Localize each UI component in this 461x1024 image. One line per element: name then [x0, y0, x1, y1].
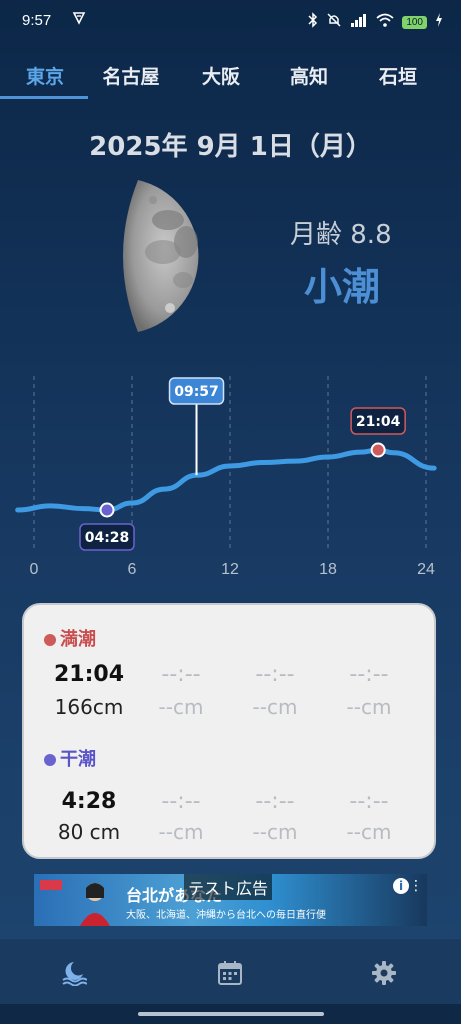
- location-tabs: 東京 名古屋 大阪 高知 石垣: [0, 56, 461, 100]
- low-tide-dot: [44, 754, 56, 766]
- low-tide-height-1: 80 cm: [57, 820, 121, 844]
- calendar-icon: [218, 961, 242, 985]
- tab-tokyo[interactable]: 東京: [2, 62, 88, 89]
- home-indicator[interactable]: [138, 1012, 324, 1016]
- high-tide-height-4: --cm: [346, 695, 392, 719]
- bluetooth-icon: [308, 12, 318, 32]
- status-bar: 9:57 100: [0, 0, 461, 44]
- high-tide-height-1: 166cm: [54, 695, 124, 719]
- low-tide-time-3: --:--: [255, 789, 295, 814]
- tide-table-card: 満潮 21:04 166cm --:-- --cm --:-- --cm --:…: [22, 603, 436, 859]
- low-tide-time-2: --:--: [161, 789, 201, 814]
- status-time: 9:57: [22, 12, 52, 29]
- high-tide-height-3: --cm: [252, 695, 298, 719]
- ad-banner[interactable]: 台北があなた 大阪、北海道、沖縄から台北への毎日直行便 テスト広告 i ⋮: [34, 874, 427, 926]
- tab-kochi[interactable]: 高知: [266, 62, 352, 89]
- high-tide-time-label: 21:04: [356, 414, 401, 430]
- low-tide-label: 干潮: [44, 745, 96, 771]
- bottom-navigation: [0, 938, 461, 1005]
- gear-icon: [372, 961, 396, 985]
- x-tick-label: 0: [30, 561, 39, 578]
- ad-image: [40, 880, 110, 926]
- nav-tide-button[interactable]: [54, 953, 94, 993]
- ad-more-icon[interactable]: ⋮: [409, 878, 423, 894]
- moon-age: 月齢 8.8: [290, 220, 392, 250]
- high-tide-dot: [44, 634, 56, 646]
- page-title-date: 2025年 9月 1日（月）: [89, 132, 372, 162]
- low-tide-time-1: 4:28: [61, 789, 117, 814]
- high-tide-point: [370, 442, 386, 458]
- high-tide-height-2: --cm: [158, 695, 204, 719]
- x-tick-label: 24: [417, 561, 435, 578]
- x-tick-label: 12: [221, 561, 239, 578]
- high-tide-label: 満潮: [44, 625, 96, 651]
- low-tide-point: [99, 502, 115, 518]
- tab-underline: [0, 96, 88, 99]
- tide-chart: 0 6 12 18 24 09:57 04:28 21:04: [15, 376, 437, 578]
- tab-ishigaki[interactable]: 石垣: [355, 62, 441, 89]
- low-tide-label-text: 干潮: [60, 749, 96, 770]
- x-tick-label: 6: [128, 561, 137, 578]
- high-tide-time-3: --:--: [255, 662, 295, 687]
- x-tick-label: 18: [319, 561, 337, 578]
- battery-icon: 100: [402, 15, 427, 29]
- ad-subtext: 大阪、北海道、沖縄から台北への毎日直行便: [126, 910, 326, 921]
- current-time-label: 09:57: [174, 384, 219, 400]
- gesture-bar: [0, 1004, 461, 1024]
- moon-wave-icon: [62, 962, 87, 986]
- moon-phase-image: [108, 180, 216, 332]
- mute-icon: [326, 12, 342, 32]
- low-tide-height-3: --cm: [252, 820, 298, 844]
- ad-info-icon[interactable]: i: [393, 878, 409, 894]
- vpn-icon: [72, 11, 86, 29]
- tide-type: 小潮: [304, 265, 381, 309]
- nav-calendar-button[interactable]: [210, 953, 250, 993]
- low-tide-height-4: --cm: [346, 820, 392, 844]
- charging-icon: [435, 13, 443, 31]
- high-tide-time-2: --:--: [161, 662, 201, 687]
- ad-test-label: テスト広告: [184, 874, 273, 900]
- high-tide-label-text: 満潮: [60, 629, 96, 650]
- nav-settings-button[interactable]: [364, 953, 404, 993]
- low-tide-time-label: 04:28: [85, 530, 130, 546]
- wifi-icon: [376, 13, 394, 31]
- high-tide-time-1: 21:04: [53, 662, 125, 687]
- tab-nagoya[interactable]: 名古屋: [88, 62, 174, 89]
- low-tide-time-4: --:--: [349, 789, 389, 814]
- tab-osaka[interactable]: 大阪: [178, 62, 264, 89]
- low-tide-height-2: --cm: [158, 820, 204, 844]
- tide-curve: [15, 447, 437, 513]
- signal-icon: [350, 13, 368, 31]
- high-tide-time-4: --:--: [349, 662, 389, 687]
